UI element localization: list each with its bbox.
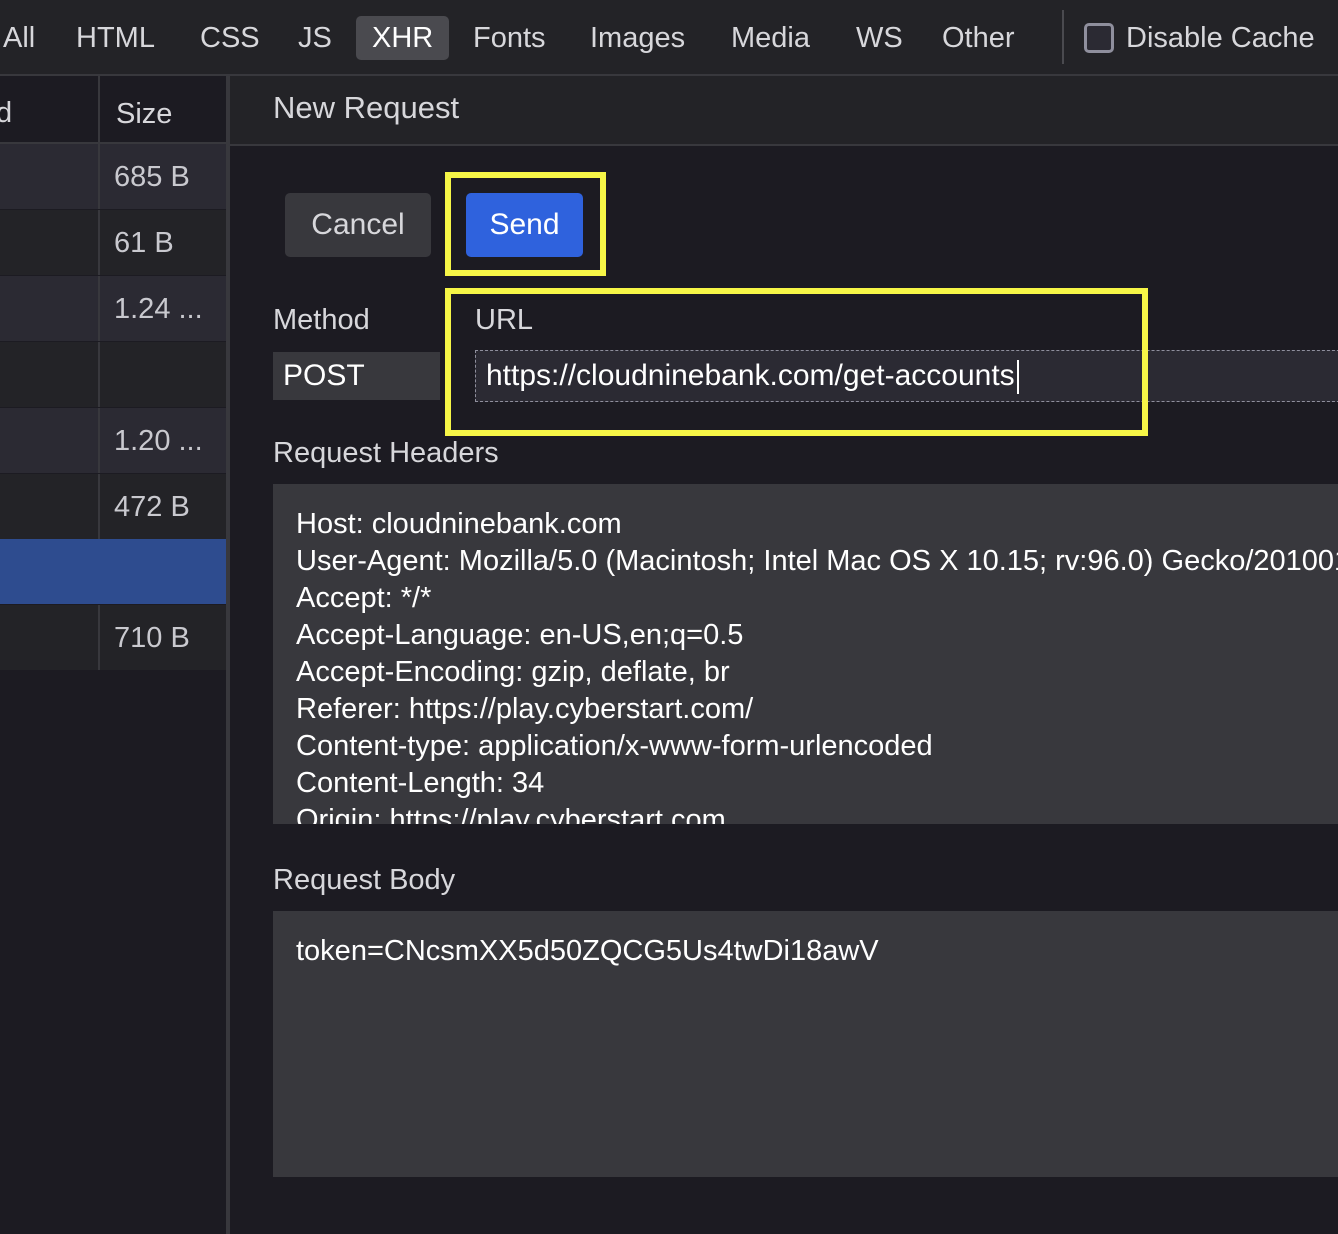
- header-line: Content-Length: 34: [296, 767, 545, 799]
- size-cell: 710 B: [98, 605, 226, 670]
- header-line: Accept-Encoding: gzip, deflate, br: [296, 656, 730, 688]
- size-cell: 61 B: [98, 210, 226, 275]
- filter-tab-fonts[interactable]: Fonts: [457, 16, 562, 60]
- filter-tab-images[interactable]: Images: [574, 16, 701, 60]
- table-row[interactable]: 685 B: [0, 144, 226, 210]
- header-line: Referer: https://play.cyberstart.com/: [296, 693, 754, 725]
- toolbar-divider: [1062, 10, 1064, 64]
- table-cell: [0, 408, 98, 473]
- table-row[interactable]: 472 B: [0, 474, 226, 540]
- table-row[interactable]: 1.20 ...: [0, 408, 226, 474]
- table-row[interactable]: 710 B: [0, 605, 226, 671]
- request-filter-toolbar: All HTML CSS JS XHR Fonts Images Media W…: [0, 0, 1338, 76]
- size-cell: [98, 342, 226, 407]
- filter-tab-js[interactable]: JS: [282, 16, 348, 60]
- table-row[interactable]: 1.24 ...: [0, 276, 226, 342]
- size-cell: 685 B: [98, 144, 226, 209]
- table-cell: [0, 605, 98, 670]
- table-cell: [0, 342, 98, 407]
- size-cell: 1.20 ...: [98, 408, 226, 473]
- request-list-header: d Size: [0, 76, 226, 144]
- table-cell: [0, 144, 98, 209]
- new-request-header: New Request: [230, 76, 1338, 146]
- filter-tab-html[interactable]: HTML: [60, 16, 171, 60]
- column-header-size[interactable]: Size: [98, 76, 226, 142]
- column-header-partial[interactable]: d: [0, 76, 98, 142]
- filter-tab-xhr[interactable]: XHR: [356, 16, 450, 60]
- header-line: Accept-Language: en-US,en;q=0.5: [296, 619, 744, 651]
- table-cell: [0, 474, 98, 539]
- filter-tab-all[interactable]: All: [0, 16, 51, 60]
- disable-cache-toggle[interactable]: Disable Cache: [1084, 16, 1315, 60]
- header-line: User-Agent: Mozilla/5.0 (Macintosh; Inte…: [296, 545, 1338, 577]
- header-line: Content-type: application/x-www-form-url…: [296, 730, 933, 762]
- request-headers-label: Request Headers: [273, 437, 499, 469]
- filter-tab-ws[interactable]: WS: [840, 16, 919, 60]
- table-row-selected[interactable]: [0, 539, 226, 605]
- new-request-title: New Request: [273, 90, 460, 125]
- size-cell: [98, 539, 226, 604]
- table-cell: [0, 539, 98, 604]
- table-cell: [0, 210, 98, 275]
- request-list: d Size 685 B 61 B 1.24 ... 1.20 ... 472 …: [0, 76, 226, 1234]
- cancel-button[interactable]: Cancel: [285, 193, 431, 257]
- disable-cache-checkbox[interactable]: [1084, 23, 1114, 53]
- filter-tab-css[interactable]: CSS: [184, 16, 276, 60]
- body-line: token=CNcsmXX5d50ZQCG5Us4twDi18awV: [296, 935, 879, 967]
- header-line: Host: cloudninebank.com: [296, 508, 622, 540]
- send-highlight-box: [445, 172, 606, 276]
- method-input[interactable]: POST: [273, 352, 440, 400]
- header-line: Accept: */*: [296, 582, 432, 614]
- request-headers-textarea[interactable]: Host: cloudninebank.com User-Agent: Mozi…: [273, 484, 1338, 824]
- method-label: Method: [273, 304, 370, 336]
- table-row[interactable]: 61 B: [0, 210, 226, 276]
- request-body-textarea[interactable]: token=CNcsmXX5d50ZQCG5Us4twDi18awV: [273, 911, 1338, 1177]
- table-cell: [0, 276, 98, 341]
- filter-tab-media[interactable]: Media: [715, 16, 826, 60]
- size-cell: 472 B: [98, 474, 226, 539]
- header-line: Origin: https://play.cyberstart.com: [296, 804, 726, 824]
- new-request-panel: New Request Cancel Send Method POST URL …: [230, 76, 1338, 1234]
- request-body-label: Request Body: [273, 864, 456, 896]
- filter-tab-other[interactable]: Other: [926, 16, 1031, 60]
- disable-cache-label: Disable Cache: [1126, 21, 1315, 54]
- url-highlight-box: [445, 288, 1148, 436]
- table-row[interactable]: [0, 342, 226, 408]
- size-cell: 1.24 ...: [98, 276, 226, 341]
